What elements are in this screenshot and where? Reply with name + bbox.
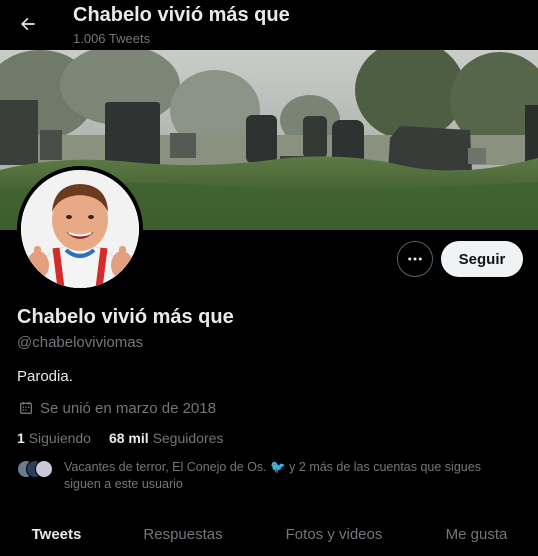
known-followers-line: Vacantes de terror, El Conejo de Os. 🐦 y… [64,460,481,474]
known-followers[interactable]: Vacantes de terror, El Conejo de Os. 🐦 y… [17,459,522,493]
follow-stats: 1 Siguiendo 68 mil Seguidores [17,430,223,446]
known-followers-line: siguen a este usuario [64,477,183,491]
follow-button[interactable]: Seguir [441,241,523,277]
join-date-text: Se unió en marzo de 2018 [40,399,216,417]
known-follower-avatars [17,460,57,480]
page-title: Chabelo vivió más que [73,4,290,26]
more-dots-icon [408,257,422,261]
followers-link[interactable]: 68 mil Seguidores [109,430,223,446]
following-count: 1 [17,430,25,446]
calendar-icon [20,402,32,414]
username-handle: @chabeloviviomas [17,334,144,351]
following-link[interactable]: 1 Siguiendo [17,430,91,446]
profile-tabs: Tweets Respuestas Fotos y videos Me gust… [0,516,538,556]
tab-tweets[interactable]: Tweets [0,516,113,556]
tab-me-gusta[interactable]: Me gusta [415,516,538,556]
display-name: Chabelo vivió más que [17,306,234,328]
followers-count: 68 mil [108,430,149,446]
bio: Parodia. [17,368,73,385]
known-followers-text: Vacantes de terror, El Conejo de Os. 🐦 y… [64,459,481,493]
following-label: Siguiendo [28,430,91,446]
followers-label: Seguidores [152,430,224,446]
more-options-button[interactable] [397,241,433,277]
profile-avatar[interactable] [17,166,143,292]
join-date: Se unió en marzo de 2018 [17,398,216,418]
tweet-count: 1.006 Tweets [73,31,151,46]
back-arrow-icon[interactable] [14,10,42,38]
tab-respuestas[interactable]: Respuestas [113,516,253,556]
avatar [35,460,53,478]
tab-fotos-y-videos[interactable]: Fotos y videos [253,516,415,556]
top-bar: Chabelo vivió más que 1.006 Tweets [0,0,538,50]
